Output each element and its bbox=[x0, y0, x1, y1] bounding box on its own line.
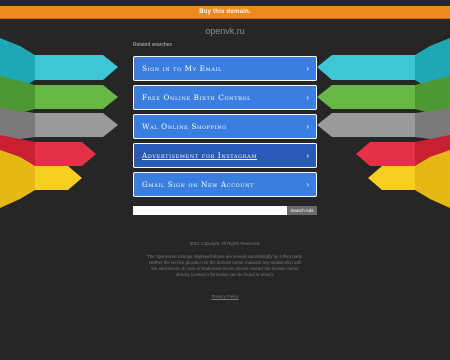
site-domain: openvk.ru bbox=[205, 26, 245, 36]
related-link-label: Wal Online Shopping bbox=[142, 122, 227, 131]
related-link-instagram-ad[interactable]: Advertisement for Instagram › bbox=[133, 143, 317, 168]
search-bar: Search Ads bbox=[133, 206, 317, 215]
related-link-birth-control[interactable]: Free Online Birth Control › bbox=[133, 85, 317, 110]
related-link-wal-shopping[interactable]: Wal Online Shopping › bbox=[133, 114, 317, 139]
buy-domain-banner[interactable]: Buy this domain. bbox=[0, 6, 450, 19]
related-link-label: Gmail Sign on New Account bbox=[142, 180, 255, 189]
related-link-label: Free Online Birth Control bbox=[142, 93, 252, 102]
related-link-sign-in-email[interactable]: Sign in to My Email › bbox=[133, 56, 317, 81]
privacy-policy-link[interactable]: Privacy Policy bbox=[0, 294, 450, 299]
related-link-label: Advertisement for Instagram bbox=[142, 151, 258, 160]
copyright-text: 2021 Copyright. All Rights Reserved. bbox=[189, 241, 261, 246]
chevron-right-icon: › bbox=[306, 121, 309, 131]
related-link-label: Sign in to My Email bbox=[142, 64, 222, 73]
disclaimer-text: The Sponsored Listings displayed above a… bbox=[147, 254, 303, 278]
chevron-right-icon: › bbox=[306, 179, 309, 189]
search-input[interactable] bbox=[133, 206, 287, 215]
buy-domain-link[interactable]: Buy this domain. bbox=[199, 9, 251, 15]
chevron-right-icon: › bbox=[306, 63, 309, 73]
chevron-right-icon: › bbox=[306, 92, 309, 102]
related-searches-list: Sign in to My Email › Free Online Birth … bbox=[133, 56, 317, 201]
chevron-right-icon: › bbox=[306, 150, 309, 160]
search-ads-button[interactable]: Search Ads bbox=[287, 206, 317, 215]
related-searches-title: Related searches bbox=[133, 42, 172, 48]
related-link-gmail-sign-on[interactable]: Gmail Sign on New Account › bbox=[133, 172, 317, 197]
